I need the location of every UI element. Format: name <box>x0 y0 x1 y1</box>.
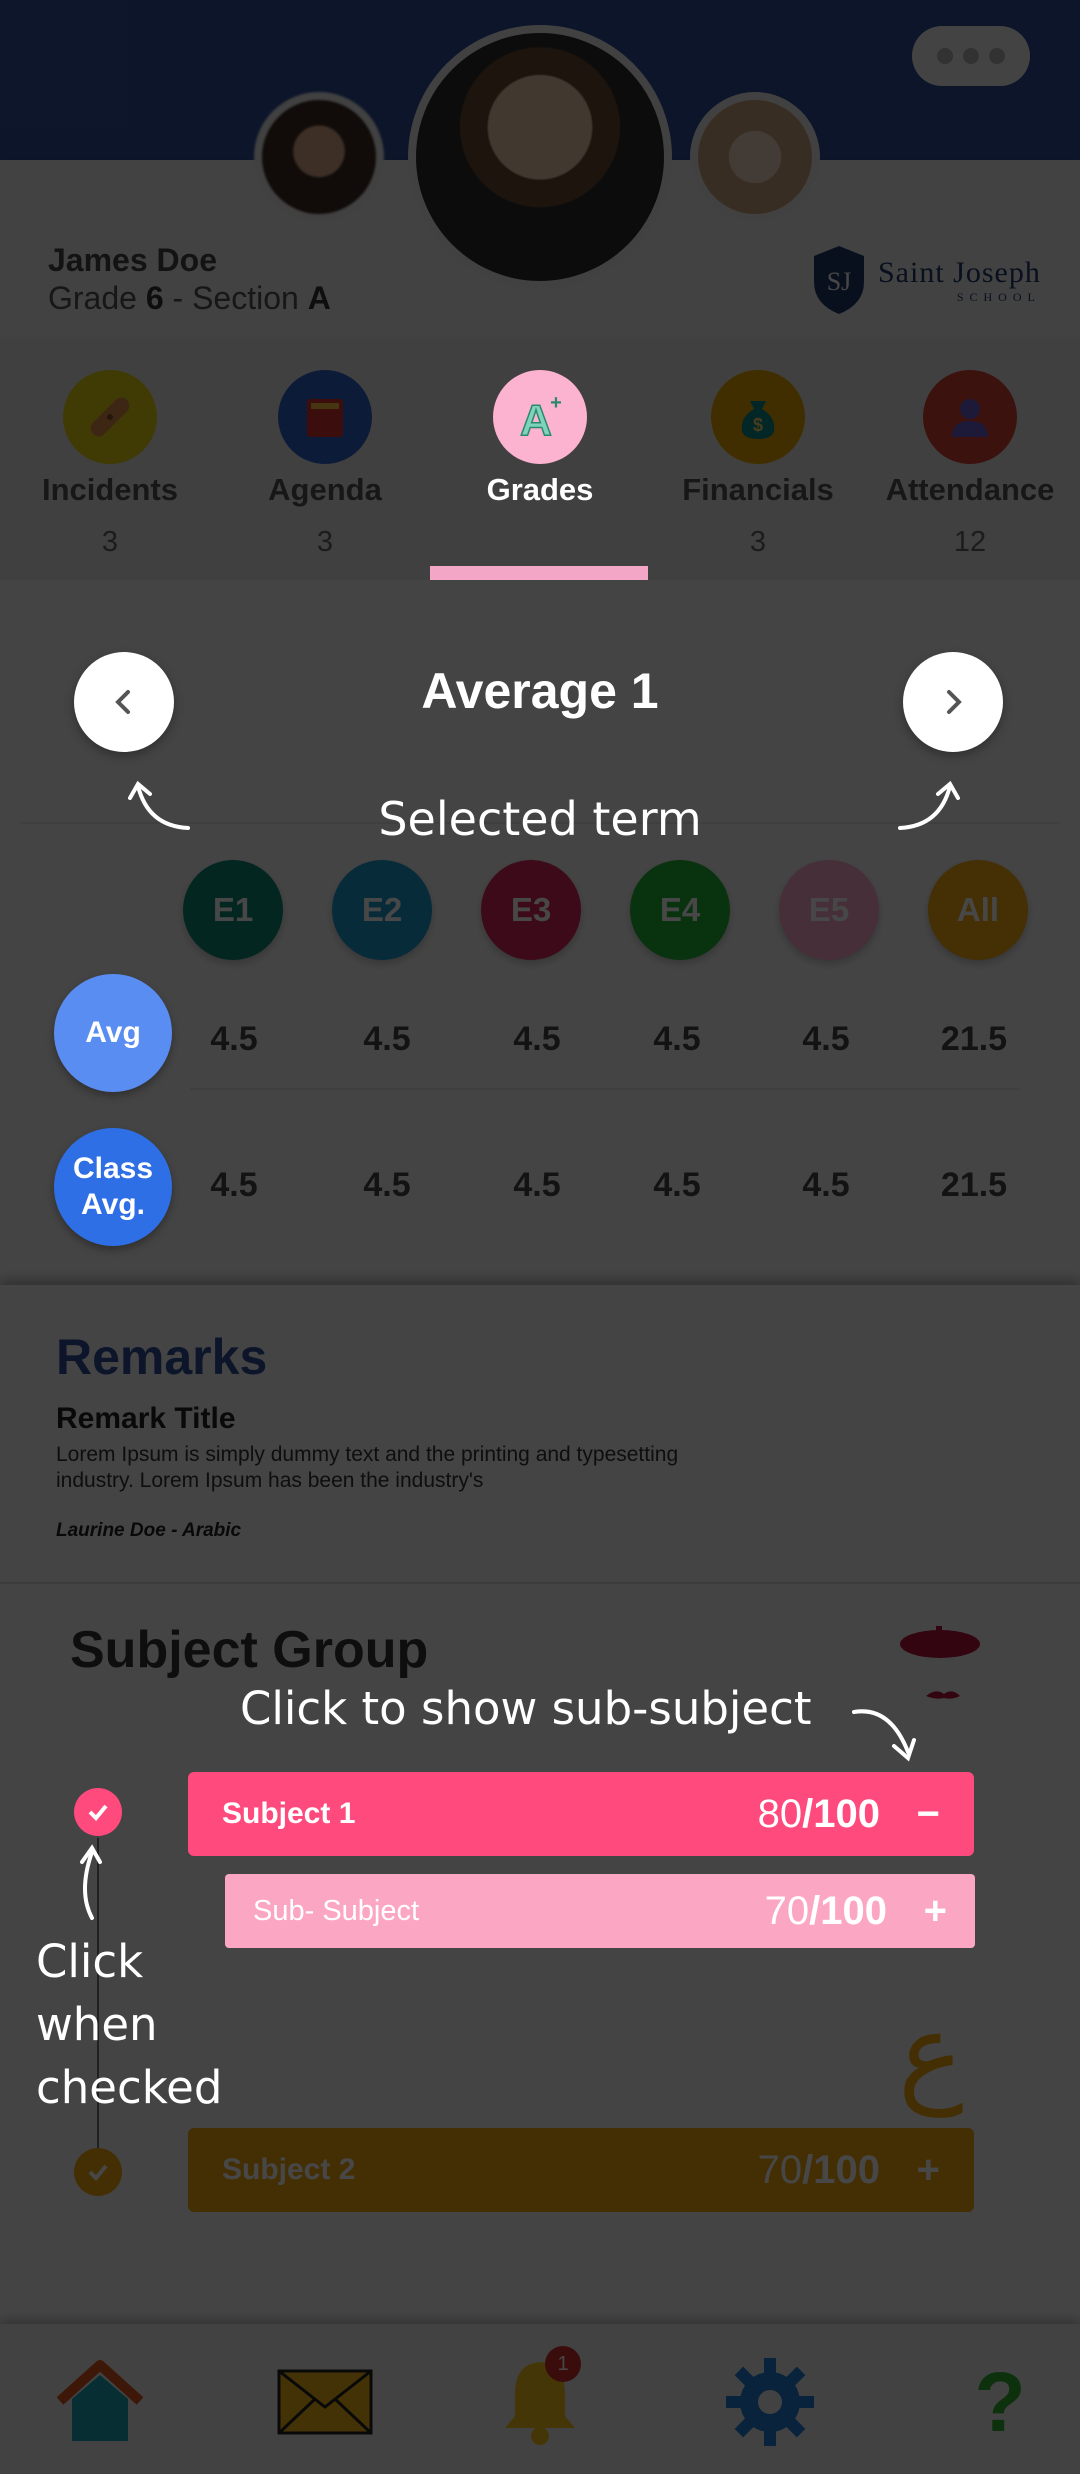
grade-a-plus-icon: A+ <box>493 370 587 464</box>
svg-text:+: + <box>550 392 562 414</box>
sub-subject-name: Sub- Subject <box>253 1894 420 1927</box>
subject-score: 80/100 <box>757 1791 880 1836</box>
collapse-toggle[interactable]: − <box>880 1792 940 1837</box>
subject-1-check[interactable] <box>74 1788 122 1836</box>
subject-name: Subject 1 <box>222 1797 356 1830</box>
term-title: Average 1 <box>421 663 659 719</box>
class-avg-row-label: Class Avg. <box>54 1128 172 1246</box>
active-tab-indicator <box>430 566 648 580</box>
subject-1-row[interactable]: Subject 1 80/100 − <box>188 1772 974 1856</box>
previous-term-button[interactable] <box>74 652 174 752</box>
hint-arrow-left-icon <box>128 780 190 830</box>
chevron-right-icon <box>947 690 962 714</box>
sub-subject-row[interactable]: Sub- Subject 70/100 + <box>225 1874 975 1948</box>
tab-label: Grades <box>486 472 594 507</box>
grades-screen: James Doe Grade 6 - Section A SJ Saint J… <box>0 0 1080 2474</box>
hint-click-when-checked: Click when checked <box>36 1935 223 2114</box>
hint-arrow-up-icon <box>80 1844 102 1920</box>
avg-row-label: Avg <box>54 974 172 1092</box>
hint-arrow-right-icon <box>898 780 960 830</box>
expand-toggle[interactable]: + <box>887 1889 947 1934</box>
checkmark-icon <box>88 1804 108 1821</box>
hint-show-sub-subject: Click to show sub-subject <box>240 1682 812 1735</box>
chevron-left-icon <box>115 690 130 714</box>
tutorial-highlights: A + Grades Average 1 Selected term Avg Cl… <box>0 0 1080 2474</box>
svg-text:A: A <box>520 396 552 445</box>
sub-subject-score: 70/100 <box>764 1888 887 1933</box>
tab-grades-highlight[interactable]: A + Grades <box>440 370 640 508</box>
hint-arrow-down-icon <box>852 1709 916 1762</box>
next-term-button[interactable] <box>903 652 1003 752</box>
hint-selected-term: Selected term <box>378 792 702 846</box>
